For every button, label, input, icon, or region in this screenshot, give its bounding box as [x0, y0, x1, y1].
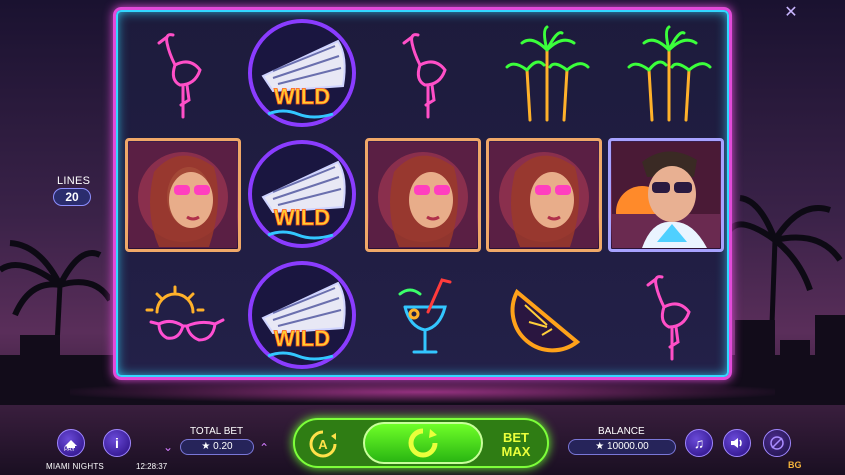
symbol-flamingo	[121, 18, 239, 132]
sound-button[interactable]	[723, 429, 751, 457]
clock: 12:28:37	[136, 462, 168, 471]
symbol-palm-trees	[610, 18, 728, 132]
total-bet-value: ★ 0.20	[180, 439, 254, 455]
lines-value[interactable]: 20	[53, 188, 91, 206]
total-bet-label: TOTAL BET	[190, 426, 244, 437]
spin-control-group: A BET MAX	[293, 418, 549, 468]
symbol-palm-trees	[488, 18, 606, 132]
symbol-flamingo	[366, 18, 484, 132]
symbol-man-sunglasses	[608, 138, 724, 252]
symbol-flamingo	[610, 260, 728, 374]
balance-value: ★ 10000.00	[568, 439, 676, 455]
symbol-cocktail	[366, 260, 484, 374]
info-button[interactable]: i	[103, 429, 131, 457]
bet-max-line2: MAX	[501, 444, 531, 459]
autoplay-icon: A	[309, 430, 337, 458]
music-button[interactable]: ♫	[685, 429, 713, 457]
pay-label: PAY	[64, 447, 76, 453]
wild-text: WILD	[274, 326, 330, 351]
reels-grid: WILD WILD WILD	[113, 7, 732, 380]
symbol-woman-sunglasses	[486, 138, 602, 252]
speaker-icon	[731, 438, 742, 448]
wild-text: WILD	[274, 205, 330, 230]
spin-icon	[408, 428, 438, 458]
symbol-woman-sunglasses	[125, 138, 241, 252]
reels-glow	[70, 381, 775, 403]
bet-max-button[interactable]: BET MAX	[491, 428, 541, 462]
symbol-orange-slice	[488, 260, 606, 374]
control-panel: PAY i MIAMI NIGHTS 12:28:37 ⌄ TOTAL BET …	[0, 410, 845, 475]
symbol-woman-sunglasses	[365, 138, 481, 252]
spin-button[interactable]	[363, 422, 483, 464]
info-icon: i	[115, 435, 119, 451]
bet-increase-icon[interactable]: ⌄	[259, 440, 269, 454]
wild-text: WILD	[274, 84, 330, 109]
symbol-sunglasses-sun	[125, 260, 243, 374]
turbo-button[interactable]	[763, 429, 791, 457]
symbol-wild-ship: WILD	[243, 16, 361, 130]
svg-text:A: A	[318, 437, 328, 452]
bet-decrease-icon[interactable]: ⌄	[163, 440, 173, 454]
autoplay-button[interactable]: A	[305, 428, 341, 460]
provider-logo: BG	[788, 460, 802, 470]
turbo-icon	[770, 436, 784, 450]
lines-label: LINES	[57, 175, 91, 187]
game-name: MIAMI NIGHTS	[46, 462, 104, 471]
bet-max-line1: BET	[503, 430, 529, 445]
music-note-icon: ♫	[693, 435, 705, 451]
balance-label: BALANCE	[598, 426, 645, 437]
symbol-wild-ship: WILD	[243, 258, 361, 372]
symbol-wild-ship: WILD	[243, 137, 361, 251]
close-icon[interactable]: ✕	[782, 4, 800, 22]
